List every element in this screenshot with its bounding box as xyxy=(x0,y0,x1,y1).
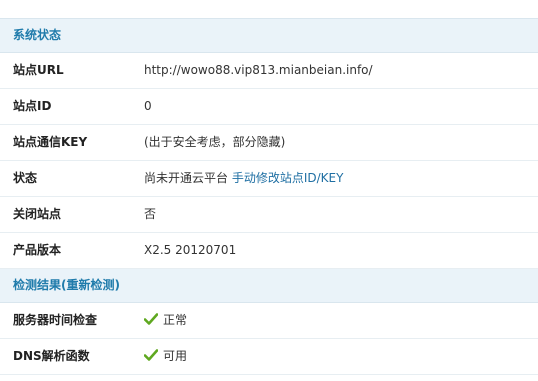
row-value-status: 尚未开通云平台 手动修改站点ID/KEY xyxy=(144,161,343,196)
row-label: 站点URL xyxy=(13,63,64,77)
status-panel: 系统状态 站点URL http://wowo88.vip813.mianbeia… xyxy=(0,0,538,381)
row-label: DNS解析函数 xyxy=(13,349,90,363)
row-product-version: 产品版本 X2.5 20120701 xyxy=(0,233,538,269)
row-value: 0 xyxy=(144,99,152,113)
row-label: 站点通信KEY xyxy=(13,135,88,149)
row-label: 关闭站点 xyxy=(13,207,62,221)
section-header-system-status: 系统状态 xyxy=(0,19,538,53)
row-value: 否 xyxy=(144,207,157,221)
row-site-id: 站点ID 0 xyxy=(0,89,538,125)
row-value: 正常 xyxy=(144,303,187,338)
top-spacer xyxy=(0,0,538,19)
row-label: 服务器时间检查 xyxy=(13,313,98,327)
check-icon xyxy=(144,313,158,325)
row-dns-function: DNS解析函数 可用 xyxy=(0,339,538,375)
row-label: 站点ID xyxy=(13,99,52,113)
status-text: 尚未开通云平台 xyxy=(144,171,229,185)
row-value: (出于安全考虑，部分隐藏) xyxy=(144,135,286,149)
edit-site-id-key-link[interactable]: 手动修改站点ID/KEY xyxy=(232,171,344,185)
section-header-check-results[interactable]: 检测结果(重新检测) xyxy=(0,269,538,303)
row-site-key: 站点通信KEY (出于安全考虑，部分隐藏) xyxy=(0,125,538,161)
check-result-text: 正常 xyxy=(163,313,188,327)
check-result-text: 可用 xyxy=(163,349,188,363)
row-status: 状态 尚未开通云平台 手动修改站点ID/KEY xyxy=(0,161,538,197)
row-label: 产品版本 xyxy=(13,243,62,257)
row-server-time-check: 服务器时间检查 正常 xyxy=(0,303,538,339)
row-site-url: 站点URL http://wowo88.vip813.mianbeian.inf… xyxy=(0,53,538,89)
check-icon xyxy=(144,349,158,361)
row-close-site: 关闭站点 否 xyxy=(0,197,538,233)
row-value: X2.5 20120701 xyxy=(144,243,237,257)
row-label: 状态 xyxy=(13,171,38,185)
row-value: http://wowo88.vip813.mianbeian.info/ xyxy=(144,63,373,77)
row-value: 可用 xyxy=(144,339,187,374)
